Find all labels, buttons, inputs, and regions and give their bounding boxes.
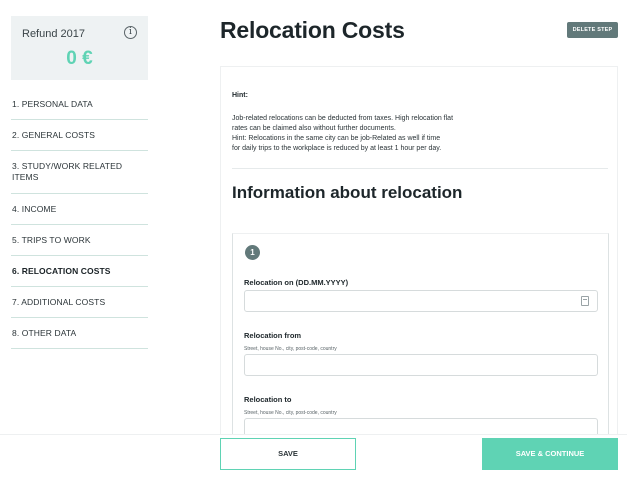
hint-text-line: for daily trips to the workplace is redu… xyxy=(232,145,442,152)
save-button[interactable]: SAVE xyxy=(220,438,356,470)
refund-summary-card: Refund 2017 i 0 € xyxy=(11,16,148,80)
hint-text-line: Hint: Relocations in the same city can b… xyxy=(232,135,441,142)
sidebar-item-study-work-related-items[interactable]: 3. STUDY/WORK RELATED ITEMS xyxy=(11,151,148,194)
sidebar-item-trips-to-work[interactable]: 5. TRIPS TO WORK xyxy=(11,225,148,256)
hint-label: Hint: xyxy=(232,92,248,99)
relocation-from-input[interactable] xyxy=(244,354,598,376)
sidebar-nav: 1. PERSONAL DATA 2. GENERAL COSTS 3. STU… xyxy=(11,89,148,349)
sidebar-item-other-data[interactable]: 8. OTHER DATA xyxy=(11,318,148,349)
sidebar-item-income[interactable]: 4. INCOME xyxy=(11,194,148,225)
section-title: Information about relocation xyxy=(232,183,463,202)
sidebar-item-additional-costs[interactable]: 7. ADDITIONAL COSTS xyxy=(11,287,148,318)
sidebar-item-general-costs[interactable]: 2. GENERAL COSTS xyxy=(11,120,148,151)
calendar-icon[interactable] xyxy=(581,296,589,306)
relocation-to-hint: Street, house No., city, post-code, coun… xyxy=(244,410,337,416)
sidebar-item-personal-data[interactable]: 1. PERSONAL DATA xyxy=(11,89,148,120)
content-panel: Hint: Job-related relocations can be ded… xyxy=(220,66,618,440)
relocation-form-card: 1 Relocation on (DD.MM.YYYY) Relocation … xyxy=(232,233,609,440)
refund-amount: 0 € xyxy=(66,48,93,69)
relocation-from-label: Relocation from xyxy=(244,331,302,340)
relocation-on-date-input[interactable] xyxy=(244,290,598,312)
page-title: Relocation Costs xyxy=(220,17,405,43)
hint-text-line: Job-related relocations can be deducted … xyxy=(232,115,454,122)
info-icon[interactable]: i xyxy=(124,26,137,39)
step-number-badge: 1 xyxy=(245,245,260,260)
relocation-from-hint: Street, house No., city, post-code, coun… xyxy=(244,346,337,352)
hint-text-line: rates can be claimed also without furthe… xyxy=(232,125,396,132)
section-divider xyxy=(232,168,608,169)
sidebar-item-relocation-costs[interactable]: 6. RELOCATION COSTS xyxy=(11,256,148,287)
relocation-on-label: Relocation on (DD.MM.YYYY) xyxy=(244,278,349,287)
save-and-continue-button[interactable]: SAVE & CONTINUE xyxy=(482,438,618,470)
relocation-to-label: Relocation to xyxy=(244,395,292,404)
delete-step-button[interactable]: DELETE STEP xyxy=(567,22,618,38)
refund-title: Refund 2017 xyxy=(22,28,85,40)
